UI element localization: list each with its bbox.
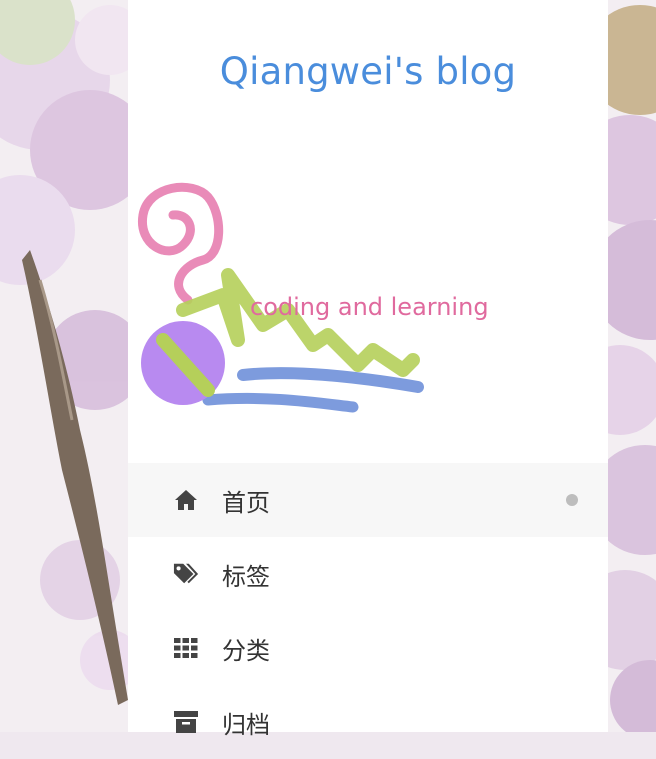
menu-item-archives[interactable]: 归档 [128,685,608,759]
site-title[interactable]: Qiangwei's blog [128,50,608,93]
menu-item-home[interactable]: 首页 [128,463,608,537]
site-logo: coding and learning [128,175,608,425]
menu-item-label: 分类 [222,636,270,665]
home-icon [173,487,199,513]
tags-icon [173,561,199,587]
menu-item-label: 标签 [222,562,270,591]
menu-item-label: 首页 [222,488,270,517]
sidebar-panel: Qiangwei's blog coding and learning 首页 标… [128,0,608,739]
archive-icon [173,709,199,735]
main-menu: 首页 标签 分类 归档 [128,463,608,759]
menu-item-tags[interactable]: 标签 [128,537,608,611]
menu-item-label: 归档 [222,710,270,739]
menu-item-categories[interactable]: 分类 [128,611,608,685]
active-indicator-dot [566,494,578,506]
th-icon [173,635,199,661]
site-tagline: coding and learning [250,293,489,321]
